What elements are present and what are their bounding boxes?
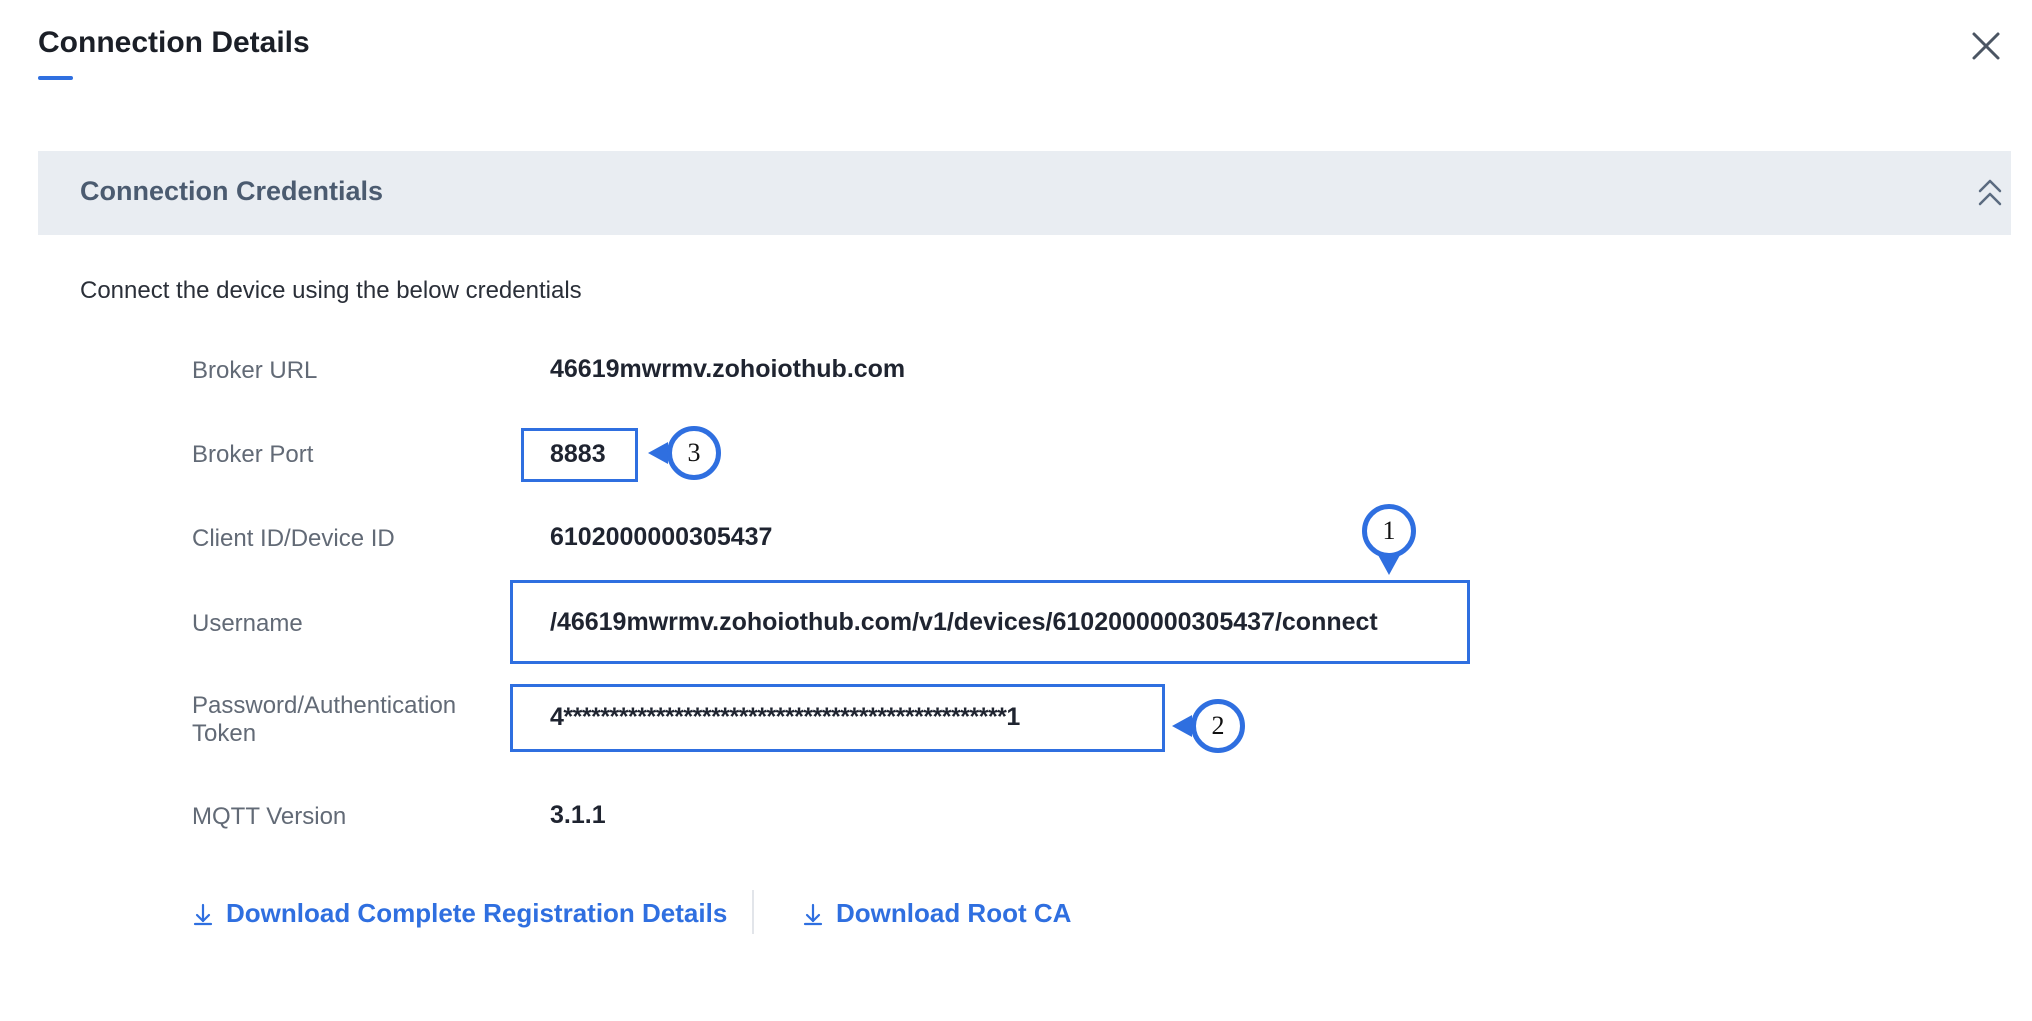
download-root-ca-label: Download Root CA [836,898,1072,928]
download-registration-label: Download Complete Registration Details [226,898,728,928]
broker-port-label: Broker Port [192,441,314,468]
broker-port-value: 8883 [550,440,606,468]
callout-2-pointer [1172,715,1192,737]
password-label-line2: Token [192,720,257,747]
mqtt-version-label: MQTT Version [192,803,347,830]
broker-url-label: Broker URL [192,357,318,384]
username-label: Username [192,610,303,637]
client-id-label: Client ID/Device ID [192,525,395,552]
intro-text: Connect the device using the below crede… [80,277,582,304]
links-divider [752,890,754,934]
password-label-line1: Password/Authentication [192,692,457,719]
double-chevron-up-icon [1978,179,2002,206]
password-label: Password/Authentication Token [192,692,456,748]
connection-credentials-header[interactable]: Connection Credentials [38,151,2011,235]
password-value: 4***************************************… [550,703,1020,731]
callout-1: 1 [1362,504,1416,558]
collapse-button[interactable] [1970,173,2010,213]
connection-details-dialog: Connection Details Connection Credential… [0,0,2032,1021]
download-icon [193,903,213,925]
callout-3: 3 [667,426,721,480]
username-value: /46619mwrmv.zohoiothub.com/v1/devices/61… [550,608,1378,636]
callout-2: 2 [1191,699,1245,753]
broker-url-value: 46619mwrmv.zohoiothub.com [550,355,906,383]
title-underline [38,76,73,80]
mqtt-version-value: 3.1.1 [550,801,606,829]
download-root-ca-link[interactable]: Download Root CA [802,898,1071,929]
close-button[interactable] [1968,28,2004,64]
download-registration-link[interactable]: Download Complete Registration Details [192,898,727,929]
callout-1-pointer [1378,555,1400,575]
callout-3-pointer [648,442,668,464]
section-title: Connection Credentials [80,176,384,206]
close-icon [1972,32,2000,60]
dialog-title: Connection Details [38,26,310,59]
client-id-value: 6102000000305437 [550,523,773,551]
download-icon [803,903,823,925]
